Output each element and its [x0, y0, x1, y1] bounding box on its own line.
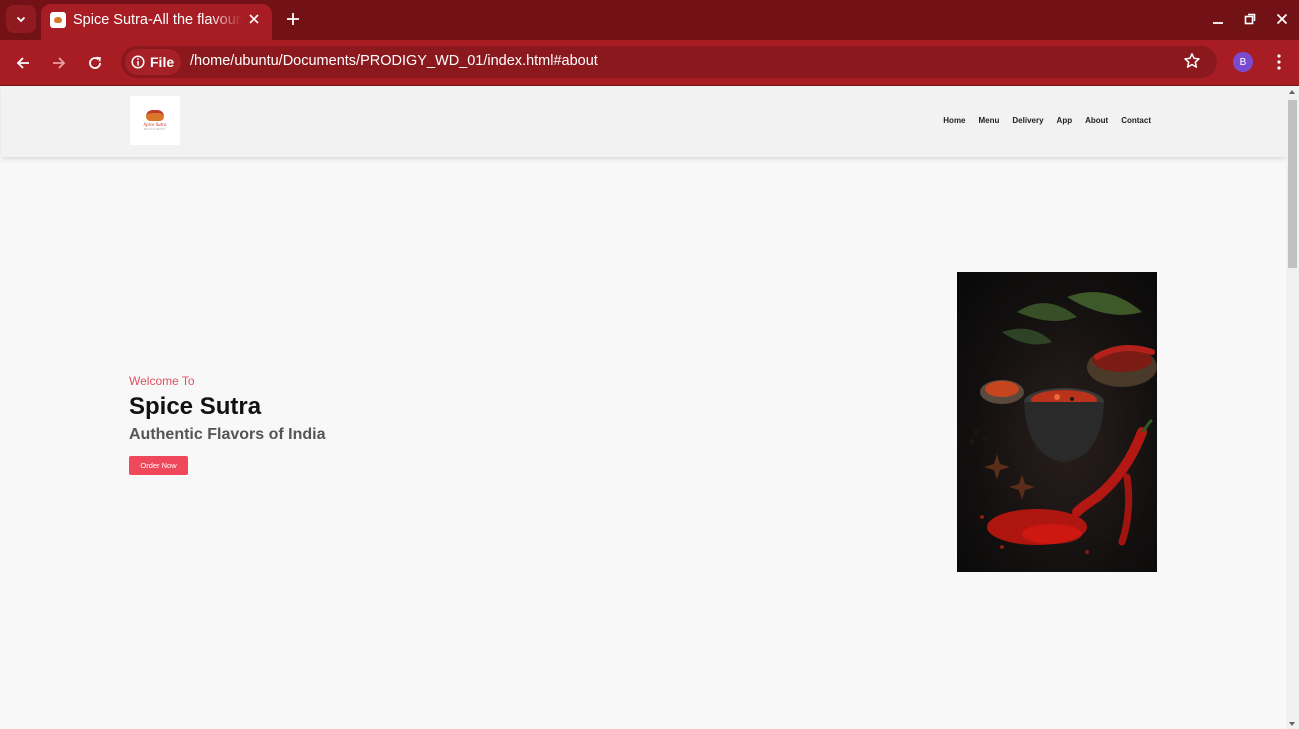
- page-viewport: Spice Sutra RESTAURANT Home Menu Deliver…: [0, 86, 1299, 729]
- bookmark-button[interactable]: [1183, 52, 1203, 72]
- browser-menu-button[interactable]: [1269, 52, 1289, 72]
- window-close-button[interactable]: [1270, 8, 1294, 30]
- favicon-icon: [50, 12, 66, 28]
- restore-icon: [1244, 13, 1256, 25]
- nav-link-contact[interactable]: Contact: [1121, 116, 1151, 125]
- bowl-icon: [146, 110, 164, 121]
- tab-close-button[interactable]: [244, 9, 264, 29]
- nav-link-app[interactable]: App: [1057, 116, 1073, 125]
- nav-link-about[interactable]: About: [1085, 116, 1108, 125]
- tab-title: Spice Sutra-All the flavours of India: [73, 12, 243, 28]
- chevron-down-icon: [16, 16, 26, 23]
- reload-button[interactable]: [81, 49, 109, 77]
- reload-icon: [89, 56, 101, 69]
- minimize-icon: [1213, 22, 1223, 24]
- hero-tagline: Authentic Flavors of India: [129, 426, 326, 443]
- site-info-chip[interactable]: File: [125, 49, 181, 75]
- restore-button[interactable]: [1238, 8, 1262, 30]
- scrollbar-thumb[interactable]: [1288, 100, 1297, 268]
- close-icon: [249, 14, 259, 24]
- close-icon: [1276, 13, 1288, 25]
- tab-strip: Spice Sutra-All the flavours of India: [0, 0, 1299, 40]
- url-text[interactable]: /home/ubuntu/Documents/PRODIGY_WD_01/ind…: [190, 53, 598, 69]
- nav-link-home[interactable]: Home: [943, 116, 965, 125]
- hero-welcome: Welcome To: [129, 374, 195, 388]
- hero-section: Welcome To Spice Sutra Authentic Flavors…: [129, 374, 325, 475]
- plus-icon: [287, 13, 299, 25]
- info-icon: [131, 55, 145, 69]
- browser-tab[interactable]: Spice Sutra-All the flavours of India: [41, 4, 272, 40]
- profile-avatar[interactable]: B: [1233, 52, 1253, 72]
- site-logo[interactable]: Spice Sutra RESTAURANT: [130, 96, 180, 145]
- nav-link-delivery[interactable]: Delivery: [1012, 116, 1043, 125]
- minimize-button[interactable]: [1206, 8, 1230, 30]
- address-bar[interactable]: File /home/ubuntu/Documents/PRODIGY_WD_0…: [121, 46, 1217, 78]
- hero-spice-image: [957, 272, 1157, 572]
- star-icon: [1184, 53, 1200, 68]
- page-scrollbar[interactable]: [1286, 86, 1299, 729]
- new-tab-button[interactable]: [281, 7, 305, 31]
- back-button[interactable]: [9, 49, 37, 77]
- tab-search-button[interactable]: [6, 5, 36, 33]
- nav-links: Home Menu Delivery App About Contact: [930, 116, 1151, 125]
- more-vertical-icon: [1277, 54, 1281, 70]
- arrow-right-icon: [53, 57, 66, 69]
- browser-toolbar: File /home/ubuntu/Documents/PRODIGY_WD_0…: [0, 40, 1299, 85]
- nav-link-menu[interactable]: Menu: [979, 116, 1000, 125]
- site-info-label: File: [150, 54, 175, 70]
- scroll-up-arrow-icon[interactable]: [1289, 90, 1295, 94]
- spice-illustration: [969, 292, 1157, 554]
- site-navbar: Spice Sutra RESTAURANT Home Menu Deliver…: [1, 86, 1286, 157]
- order-now-button[interactable]: Order Now: [129, 456, 188, 475]
- logo-subtitle: RESTAURANT: [144, 128, 166, 131]
- scroll-down-arrow-icon[interactable]: [1289, 722, 1295, 726]
- forward-button[interactable]: [45, 49, 73, 77]
- hero-title: Spice Sutra: [129, 393, 262, 420]
- arrow-left-icon: [16, 57, 29, 69]
